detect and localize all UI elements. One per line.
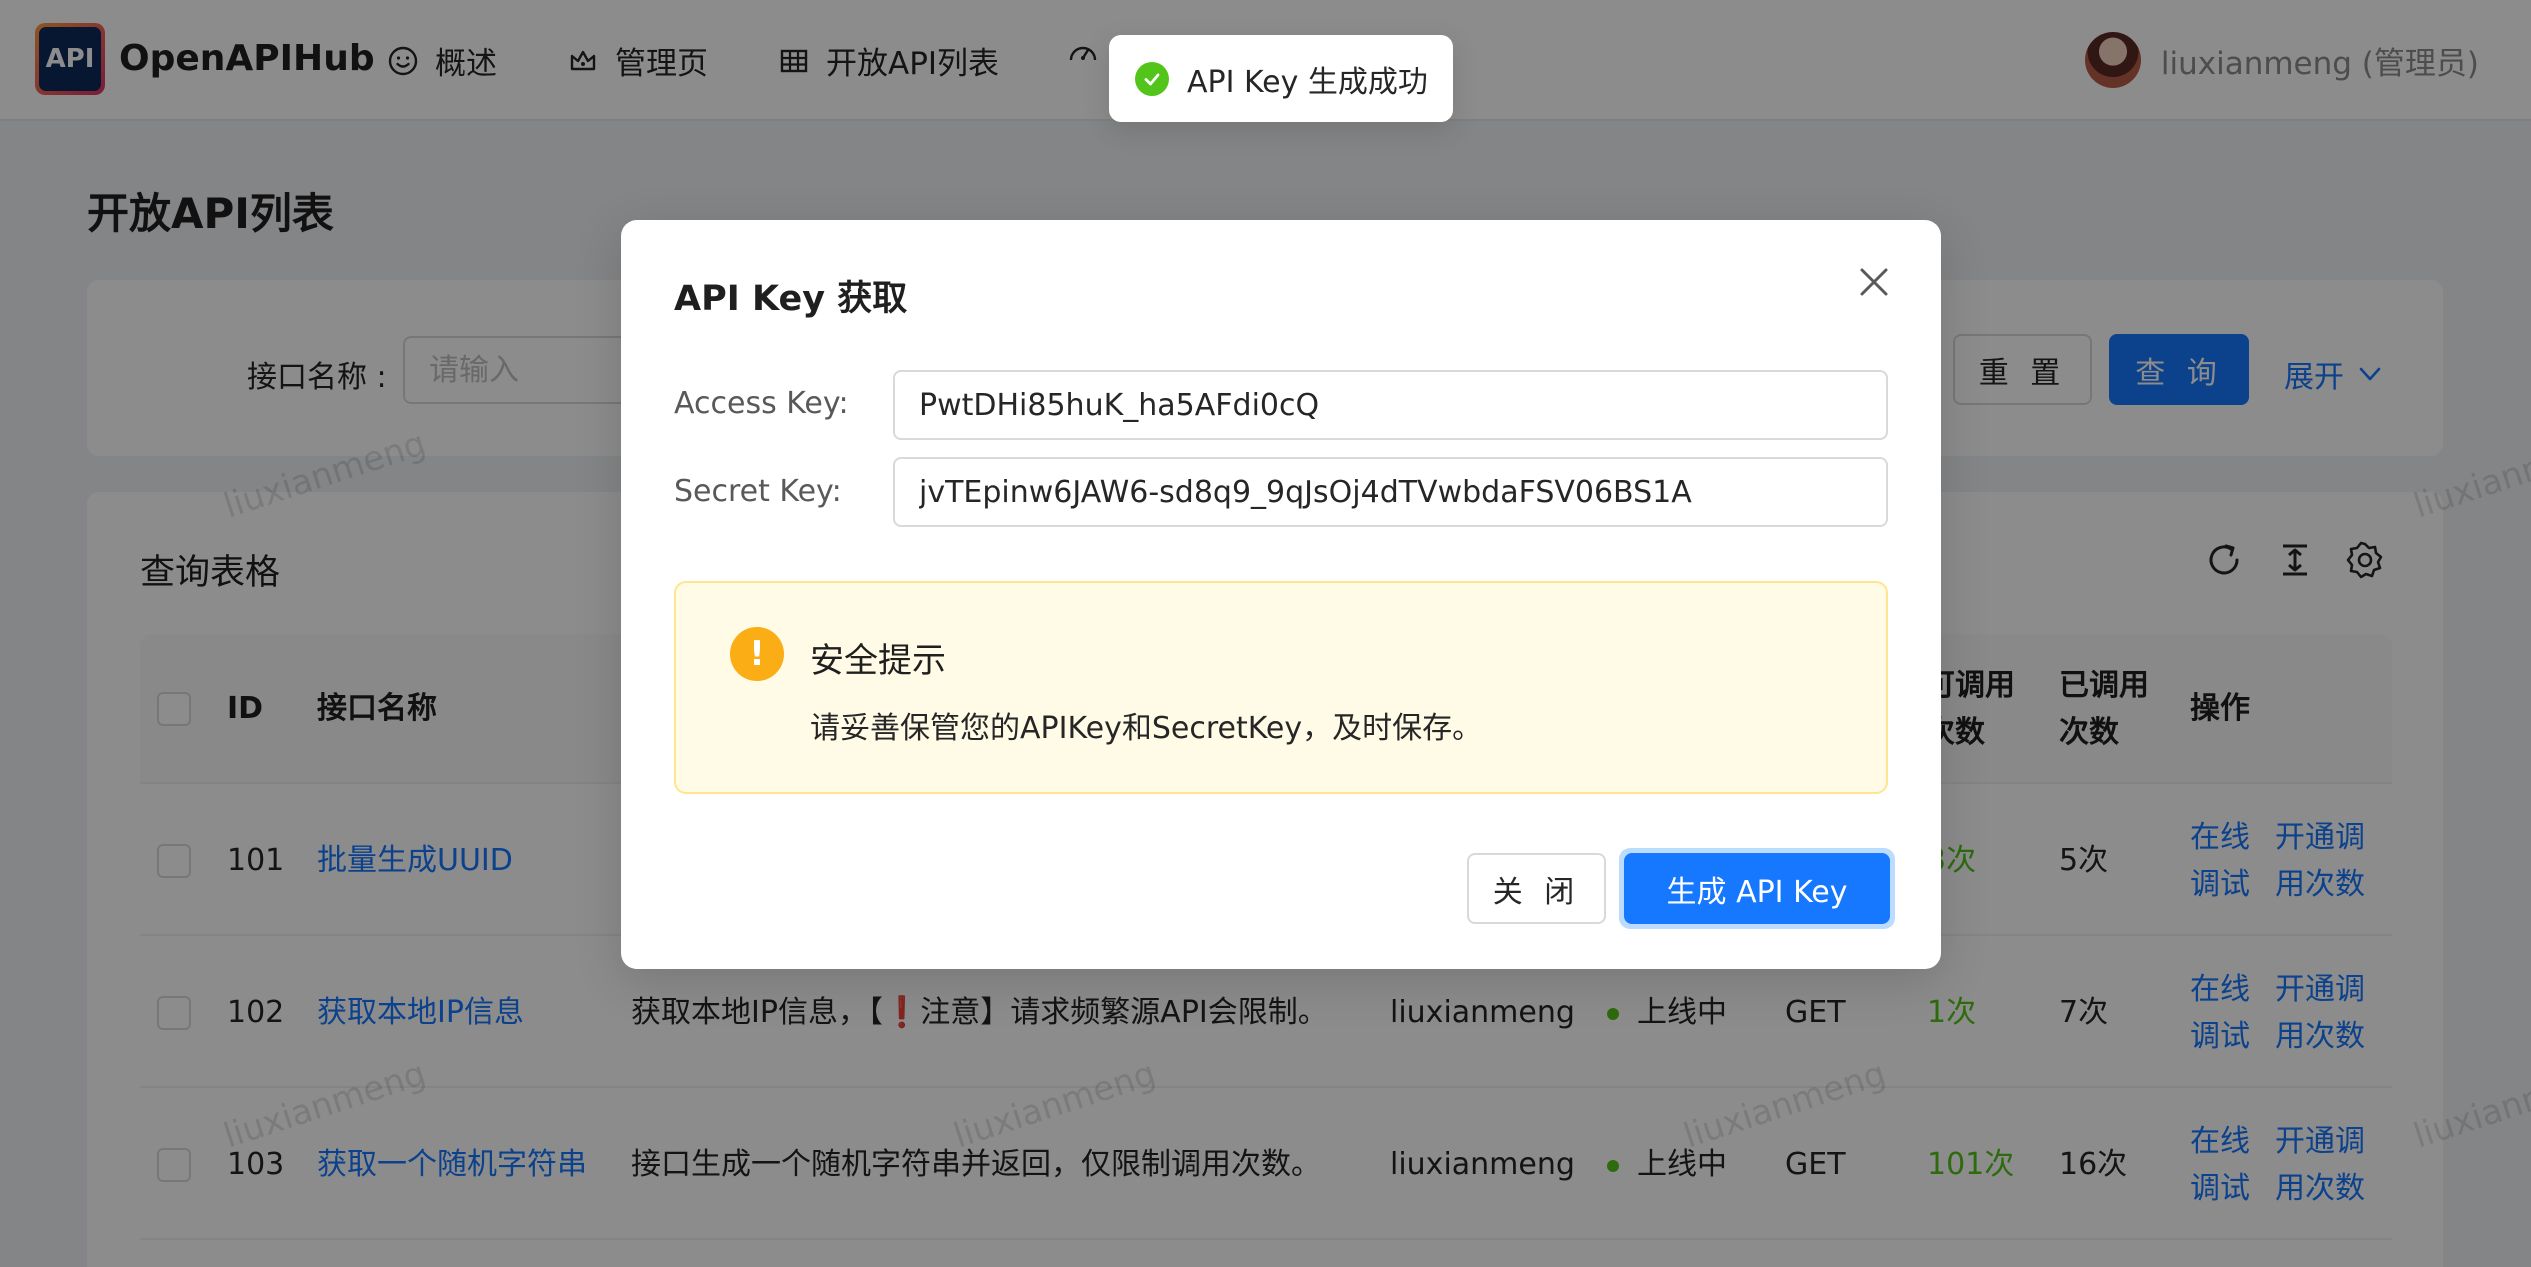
security-alert: ! 安全提示 请妥善保管您的APIKey和SecretKey，及时保存。	[674, 581, 1888, 794]
toast-message: API Key 生成成功	[1187, 64, 1428, 100]
exclamation-icon: !	[730, 627, 784, 681]
modal-title: API Key 获取	[674, 279, 908, 319]
close-icon[interactable]	[1852, 260, 1896, 304]
access-key-label: Access Key:	[674, 386, 849, 421]
generate-api-key-button[interactable]: 生成 API Key	[1624, 853, 1890, 924]
secret-key-field[interactable]	[893, 457, 1888, 527]
generate-button-focus-ring: 生成 API Key	[1619, 848, 1895, 929]
alert-description: 请妥善保管您的APIKey和SecretKey，及时保存。	[810, 711, 1483, 746]
access-key-field[interactable]	[893, 370, 1888, 440]
close-button[interactable]: 关 闭	[1467, 853, 1606, 924]
secret-key-label: Secret Key:	[674, 474, 842, 509]
success-toast: API Key 生成成功	[1109, 35, 1453, 122]
check-circle-icon	[1135, 61, 1169, 96]
api-key-modal: API Key 获取 Access Key: Secret Key: ! 安全提…	[621, 220, 1941, 969]
alert-title: 安全提示	[810, 641, 946, 681]
